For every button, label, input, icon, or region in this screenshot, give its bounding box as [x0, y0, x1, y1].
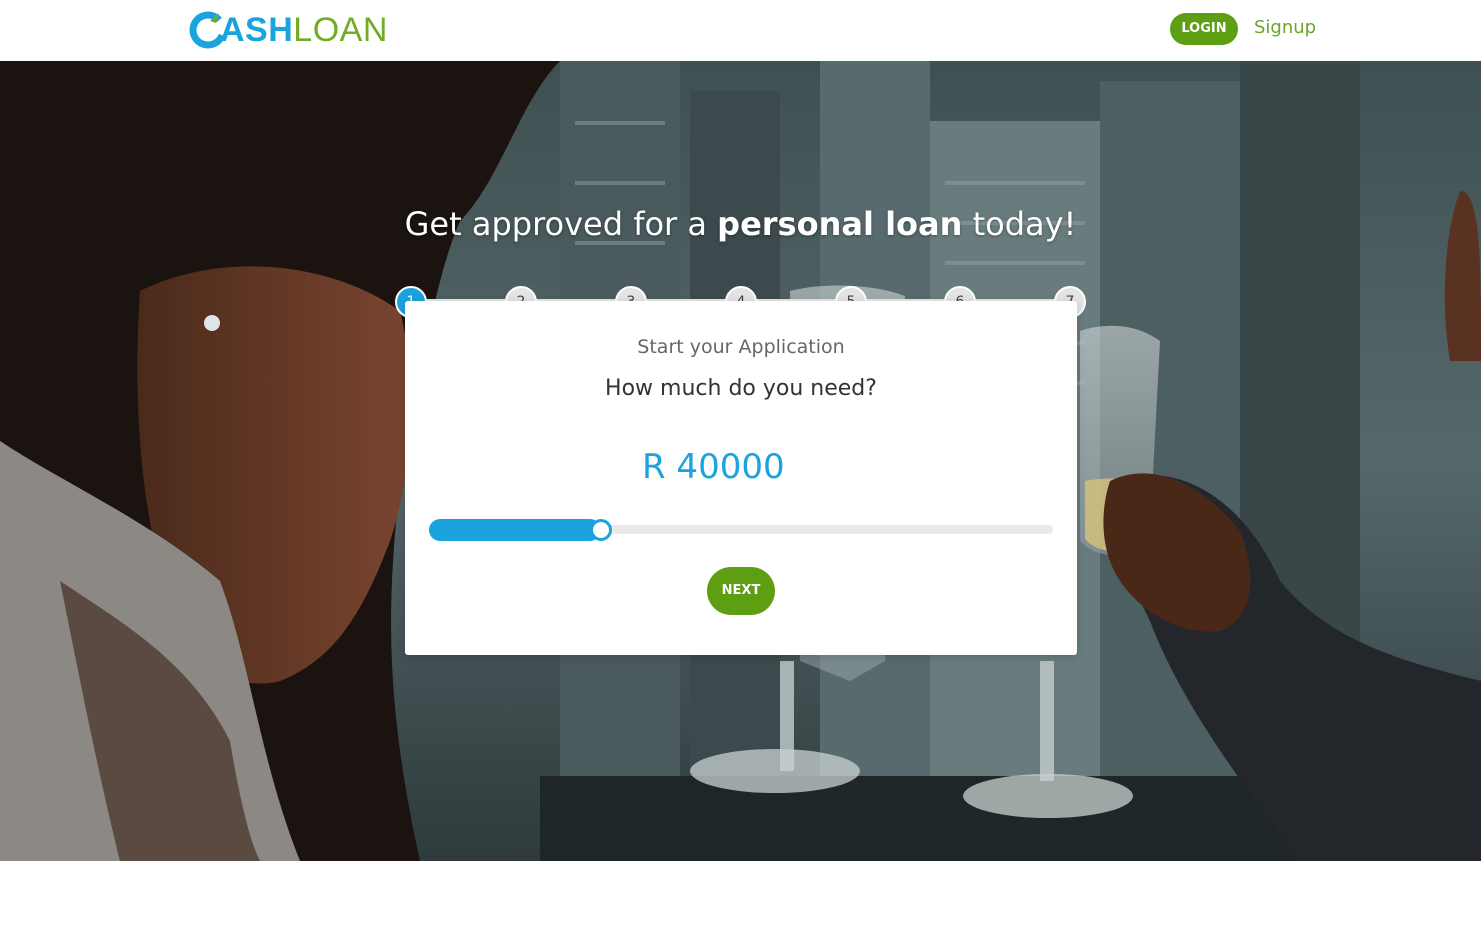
next-button[interactable]: NEXT: [707, 567, 775, 615]
slider-fill: [429, 519, 601, 541]
logo-wordmark: ASHLOAN: [220, 11, 388, 49]
card-question: How much do you need?: [605, 376, 877, 401]
top-nav: ASHLOAN LOGIN Signup: [0, 0, 1481, 61]
card-subtitle: Start your Application: [637, 336, 845, 358]
logo-c-mark-icon: [188, 10, 228, 50]
slider-thumb[interactable]: [590, 519, 612, 541]
signup-link[interactable]: Signup: [1254, 15, 1316, 41]
hero-headline: Get approved for a personal loan today!: [404, 205, 1077, 243]
loan-amount-slider[interactable]: [429, 519, 1053, 541]
application-card: Start your Application How much do you n…: [405, 301, 1077, 655]
loan-amount-display: R 40000: [642, 447, 785, 487]
login-button[interactable]: LOGIN: [1170, 13, 1238, 45]
cashloan-logo[interactable]: ASHLOAN: [188, 9, 388, 51]
